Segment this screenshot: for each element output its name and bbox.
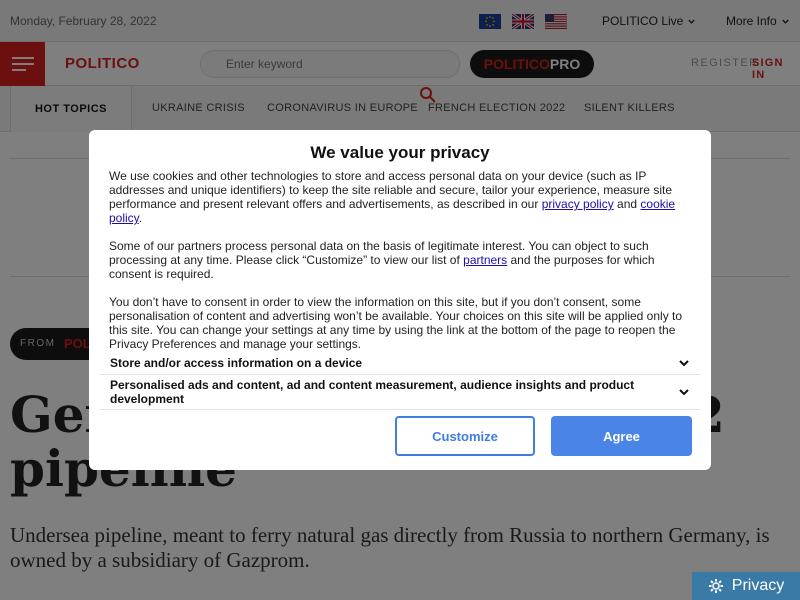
partners-link[interactable]: partners: [463, 253, 507, 267]
customize-button[interactable]: Customize: [395, 416, 535, 456]
p1-text-c: .: [138, 211, 143, 225]
accordion-personalised-ads[interactable]: Personalised ads and content, ad and con…: [100, 378, 700, 406]
consent-paragraph-2: Some of our partners process personal da…: [109, 239, 689, 281]
privacy-consent-dialog: We value your privacy We use cookies and…: [89, 130, 711, 470]
privacy-button-label: Privacy: [731, 577, 785, 594]
consent-paragraph-1: We use cookies and other technologies to…: [109, 169, 689, 225]
accordion-label: Personalised ads and content, ad and con…: [110, 378, 635, 406]
agree-button[interactable]: Agree: [551, 416, 692, 456]
accordion-label: Store and/or access information on a dev…: [110, 356, 363, 370]
accordion-divider: [100, 374, 700, 375]
chevron-down-icon: [679, 360, 689, 367]
accordion-store-access[interactable]: Store and/or access information on a dev…: [100, 356, 700, 370]
accordion-divider: [100, 409, 700, 410]
consent-paragraph-3: You don’t have to consent in order to vi…: [109, 295, 683, 351]
privacy-policy-link[interactable]: privacy policy: [542, 197, 614, 211]
p1-text-b: and: [613, 197, 641, 211]
chevron-down-icon: [679, 389, 689, 396]
gear-icon: [708, 579, 723, 593]
privacy-settings-button[interactable]: Privacy: [692, 572, 800, 600]
dialog-title: We value your privacy: [310, 143, 490, 162]
